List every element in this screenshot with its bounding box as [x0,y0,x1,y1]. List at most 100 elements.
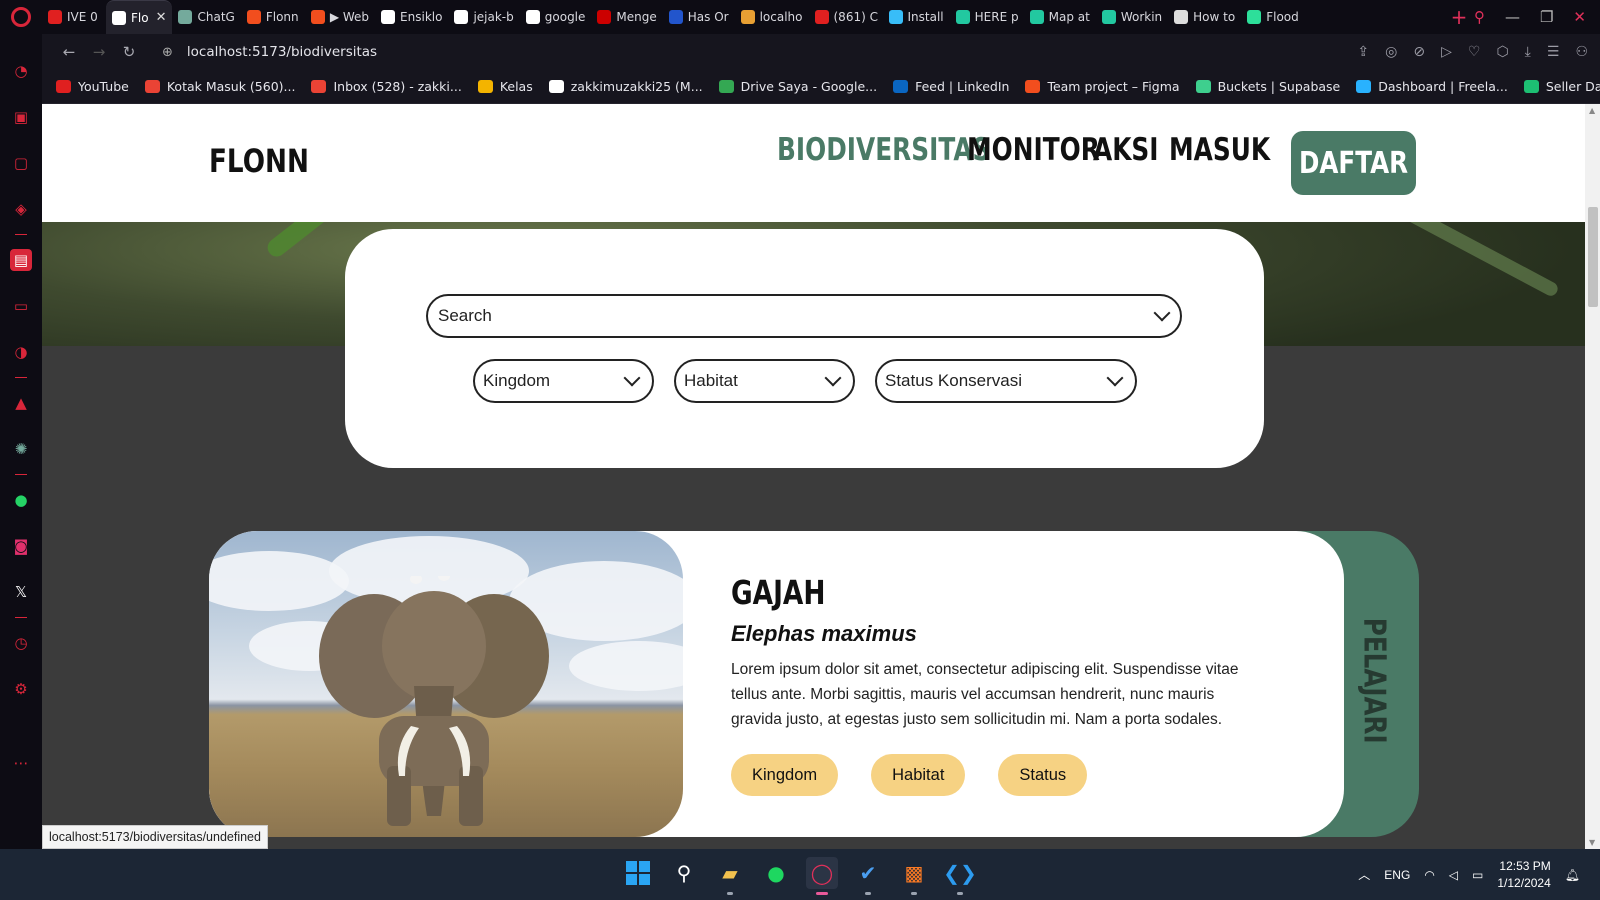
bookmark-item[interactable]: Seller Dashboard [1523,79,1600,94]
page-scrollbar[interactable]: ▲ ▼ [1585,104,1600,849]
windows-start-icon[interactable] [622,857,654,889]
share-icon[interactable]: ⇪ [1357,44,1369,60]
spotify-icon[interactable]: ● [760,857,792,889]
browser-tab[interactable]: ChatG [172,2,240,32]
download-icon[interactable]: ⤓ [1525,44,1531,60]
browser-tab[interactable]: Map at [1024,2,1096,32]
todo-icon[interactable]: ✔ [852,857,884,895]
daftar-button[interactable]: DAFTAR [1291,131,1416,195]
browser-tab[interactable]: google [520,2,592,32]
reload-icon[interactable]: ↻ [114,43,144,61]
scroll-up-icon[interactable]: ▲ [1589,106,1595,115]
speed-dial-icon[interactable]: ◔ [10,60,32,82]
tab-search-icon[interactable]: ⚲ [1474,8,1485,26]
x-icon[interactable]: 𝕏 [10,581,32,603]
history-moon-icon[interactable]: ◑ [10,341,32,363]
heart-icon[interactable]: ♡ [1468,44,1481,60]
browser-tab[interactable]: HERE p [950,2,1024,32]
volume-icon[interactable]: ◁ [1449,868,1458,882]
profile-icon[interactable]: ⚇ [1575,44,1588,60]
nav-aksi[interactable]: AKSI [1093,132,1159,168]
bookmark-item[interactable]: Drive Saya - Google... [718,79,877,94]
send-icon[interactable]: ▷ [1441,44,1452,60]
minimize-icon[interactable]: — [1505,8,1520,26]
back-icon[interactable]: ← [54,43,84,61]
nav-biodiversitas[interactable]: BIODIVERSITAS [777,132,990,168]
vscode-icon[interactable]: ❮❯ [943,857,977,895]
whatsapp-icon[interactable]: ● [10,489,32,511]
close-tab-icon[interactable]: ✕ [156,10,167,25]
pelajari-label[interactable]: PELAJARI [1354,618,1394,744]
tag-status[interactable]: Status [998,754,1088,796]
url-text[interactable]: localhost:5173/biodiversitas [187,44,377,60]
more-icon[interactable]: ⋯ [10,752,32,774]
kingdom-select[interactable]: Kingdom [473,359,654,403]
site-info-icon[interactable]: ⊕ [162,45,173,60]
opera-taskbar-icon[interactable]: ◯ [806,857,838,895]
habitat-select[interactable]: Habitat [674,359,855,403]
browser-tab[interactable]: Has Or [663,2,735,32]
url-field[interactable]: ⊕ localhost:5173/biodiversitas [162,44,1357,60]
bookmark-item[interactable]: Kotak Masuk (560)... [144,79,295,94]
browser-tab[interactable]: Ensiklo [375,2,448,32]
browser-tab[interactable]: How to [1168,2,1241,32]
settings-icon[interactable]: ⚙ [10,678,32,700]
reading-icon[interactable]: ▭ [10,295,32,317]
notification-bell-icon[interactable]: 🔔︎ [1565,868,1580,882]
xampp-icon[interactable]: ▩ [898,857,930,895]
search-combobox[interactable] [426,294,1182,338]
box-icon[interactable]: ⬡ [1496,44,1508,60]
search-icon[interactable]: ⚲ [668,857,700,889]
bookmark-item[interactable]: Team project – Figma [1025,79,1180,94]
games-icon[interactable]: ◈ [10,198,32,220]
new-tab-button[interactable]: + [1444,5,1474,29]
browser-tab[interactable]: jejak-b [448,2,519,32]
browser-tab[interactable]: ▶ Web [305,2,375,32]
workspace-icon[interactable]: ▤ [10,249,32,271]
chatgpt-icon[interactable]: ✺ [10,438,32,460]
instagram-icon[interactable]: ◙ [10,535,32,557]
file-explorer-icon[interactable]: ▰ [714,857,746,895]
language-indicator[interactable]: ENG [1384,868,1410,882]
chevron-down-icon[interactable] [1153,304,1171,322]
nav-masuk[interactable]: MASUK [1169,132,1270,168]
twitch-icon[interactable]: ▢ [10,152,32,174]
tray-overflow-icon[interactable]: ︿ [1358,866,1370,883]
scroll-down-icon[interactable]: ▼ [1589,838,1595,847]
bookmark-item[interactable]: Inbox (528) - zakki... [311,79,462,94]
browser-tab[interactable]: Flonn [241,2,305,32]
status-konservasi-select[interactable]: Status Konservasi [875,359,1137,403]
tag-habitat[interactable]: Habitat [871,754,966,796]
site-logo[interactable]: FLONN [209,142,309,180]
forward-icon[interactable]: → [84,43,114,61]
bookmark-item[interactable]: Dashboard | Freela... [1356,79,1508,94]
bookmark-item[interactable]: YouTube [56,79,129,94]
browser-tab[interactable]: localho [735,2,809,32]
bookmark-item[interactable]: Kelas [477,79,533,94]
restore-icon[interactable]: ❐ [1540,8,1553,26]
snapshot-icon[interactable]: ◎ [1385,44,1397,60]
clock[interactable]: 12:53 PM 1/12/2024 [1497,858,1550,892]
shopping-icon[interactable]: ▣ [10,106,32,128]
clock-icon[interactable]: ◷ [10,632,32,654]
opera-logo-icon[interactable] [0,0,42,34]
browser-tab[interactable]: (861) C [809,2,883,32]
close-window-icon[interactable]: ✕ [1573,8,1586,26]
tag-kingdom[interactable]: Kingdom [731,754,839,796]
aria-icon[interactable]: ▲ [10,392,32,414]
browser-tab[interactable]: Workin [1096,2,1168,32]
wifi-icon[interactable]: ◠ [1424,868,1434,882]
browser-tab[interactable]: Install [883,2,950,32]
nav-monitor[interactable]: MONITOR [967,132,1100,168]
search-input[interactable] [438,306,1156,326]
battery-icon[interactable]: ▭ [1472,868,1483,882]
adblock-icon[interactable]: ⊘ [1413,44,1425,60]
browser-tab[interactable]: Flood [1241,2,1305,32]
scrollbar-thumb[interactable] [1588,207,1598,307]
browser-tab[interactable]: Menge [591,2,662,32]
browser-tab[interactable]: IVE 0 [42,2,106,32]
bookmark-item[interactable]: Buckets | Supabase [1195,79,1340,94]
browser-tab[interactable]: Flo ✕ [106,0,173,34]
easy-setup-icon[interactable]: ☰ [1547,44,1560,60]
bookmark-item[interactable]: Feed | LinkedIn [893,79,1009,94]
